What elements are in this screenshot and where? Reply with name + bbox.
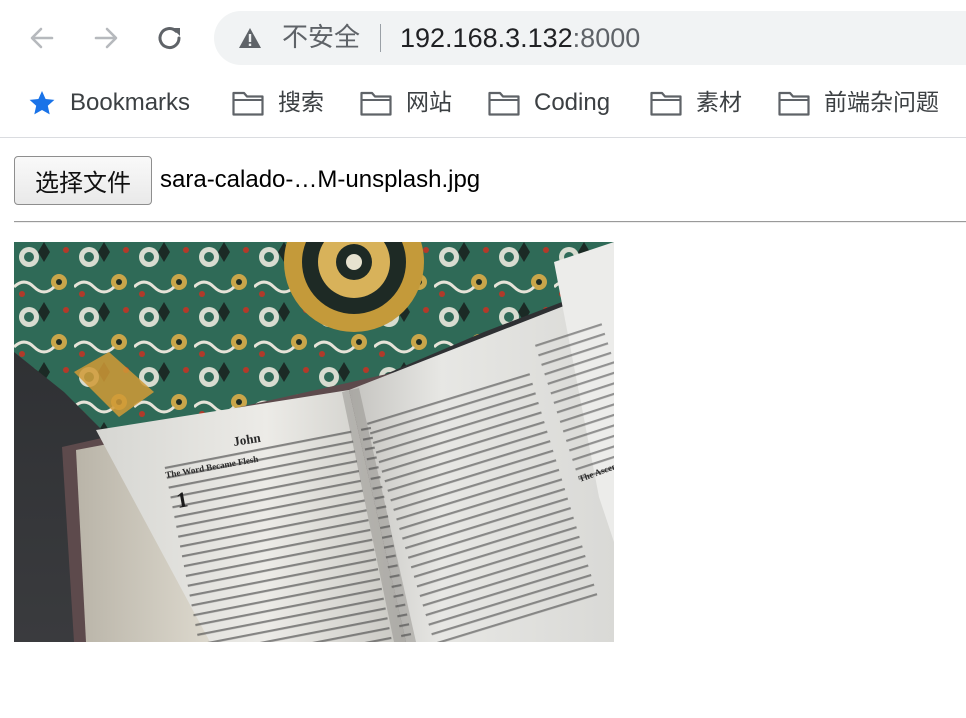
folder-icon xyxy=(778,91,810,116)
bookmark-folder-label: 网站 xyxy=(406,90,452,116)
bookmark-folder-label: 搜索 xyxy=(278,90,324,116)
address-bar[interactable]: 不安全 192.168.3.132:8000 xyxy=(214,11,966,65)
choose-file-button[interactable]: 选择文件 xyxy=(14,156,152,205)
forward-button[interactable] xyxy=(86,18,126,58)
open-book-photo: John The Word Became Flesh The Ascen 1 xyxy=(14,242,614,642)
bookmark-folder-label: 前端杂问题 xyxy=(824,90,939,116)
back-button[interactable] xyxy=(22,18,62,58)
url-host: 192.168.3.132 xyxy=(400,23,573,53)
folder-icon xyxy=(360,91,392,116)
browser-toolbar: 不安全 192.168.3.132:8000 xyxy=(0,0,966,76)
security-status[interactable]: 不安全 xyxy=(282,24,360,52)
bookmark-folder-label: 素材 xyxy=(696,90,742,116)
folder-icon xyxy=(650,91,682,116)
url-text[interactable]: 192.168.3.132:8000 xyxy=(400,23,640,53)
arrow-left-icon xyxy=(30,27,54,49)
reload-icon xyxy=(158,27,181,50)
image-preview: John The Word Became Flesh The Ascen 1 xyxy=(14,242,614,642)
warning-icon xyxy=(239,28,261,48)
url-port: :8000 xyxy=(572,23,641,53)
bookmark-folder-assets[interactable]: 素材 xyxy=(650,86,742,120)
bookmark-folder-search[interactable]: 搜索 xyxy=(232,86,324,120)
horizontal-rule xyxy=(14,221,966,223)
bookmark-folder-coding[interactable]: Coding xyxy=(488,86,610,120)
bookmark-folder-label: Coding xyxy=(534,89,611,116)
folder-icon xyxy=(232,91,264,116)
arrow-right-icon xyxy=(94,27,118,49)
reload-button[interactable] xyxy=(150,18,190,58)
bookmarks-bar: Bookmarks 搜索 网站 Coding 素材 前端杂问题 xyxy=(0,76,966,138)
bookmark-folder-frontend-issues[interactable]: 前端杂问题 xyxy=(778,86,939,120)
omnibox-divider xyxy=(380,24,381,52)
bookmark-item-bookmarks[interactable]: Bookmarks xyxy=(28,86,190,120)
star-icon xyxy=(29,91,55,115)
bookmark-folder-websites[interactable]: 网站 xyxy=(360,86,452,120)
selected-file-name: sara-calado-…M-unsplash.jpg xyxy=(160,166,481,193)
folder-icon xyxy=(488,91,520,116)
bookmark-label: Bookmarks xyxy=(70,89,191,116)
